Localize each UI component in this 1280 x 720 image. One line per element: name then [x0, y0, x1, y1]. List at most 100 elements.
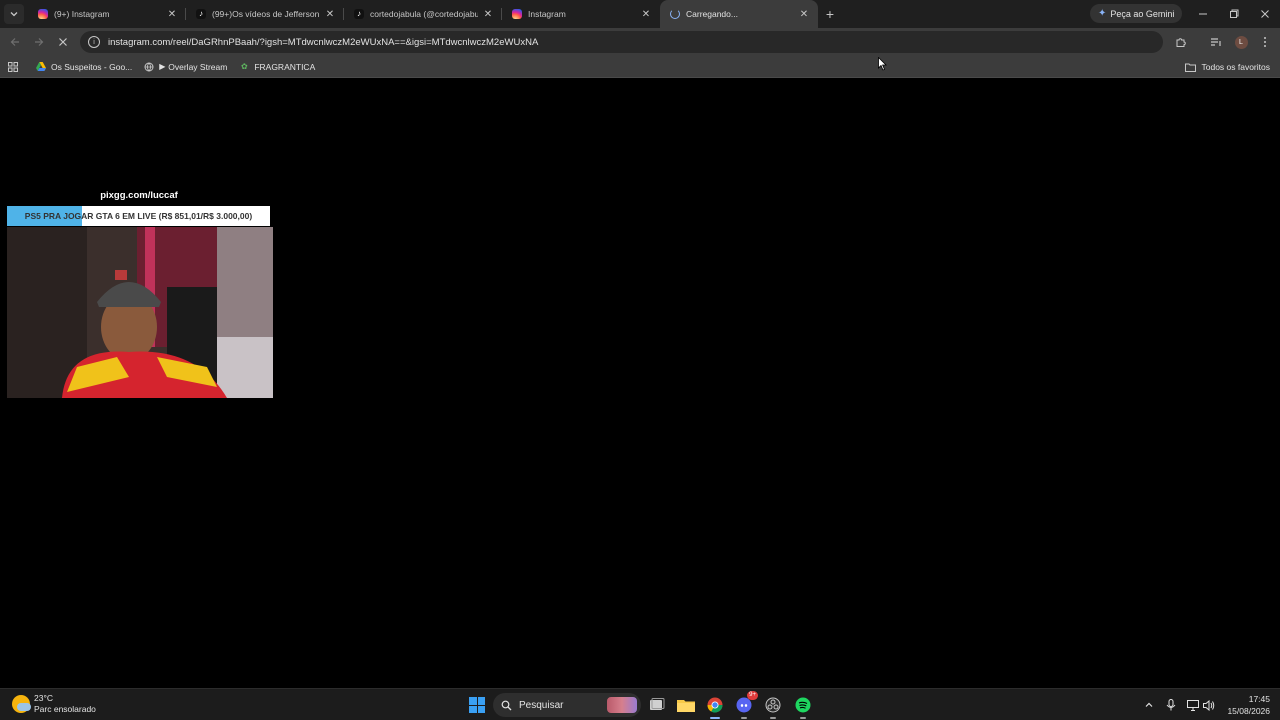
start-button[interactable]: [469, 697, 485, 713]
show-hidden-icons-button[interactable]: [1144, 689, 1154, 720]
apps-button[interactable]: [0, 61, 26, 72]
donation-url-text: pixgg.com/luccaf: [100, 190, 178, 201]
fragrantica-icon: ✿: [240, 62, 248, 71]
gemini-spark-icon: ✦: [1098, 8, 1107, 19]
close-window-button[interactable]: [1249, 0, 1280, 28]
windows-logo-icon: [469, 697, 477, 705]
search-icon: [501, 700, 512, 710]
microphone-icon: [1166, 699, 1176, 711]
tab-loading-active[interactable]: Carregando... ✕: [660, 0, 818, 28]
weather-widget[interactable]: 23°C Parc ensolarado: [12, 693, 96, 715]
restore-icon: [1230, 9, 1239, 18]
obs-icon: [765, 697, 781, 713]
folder-icon: [677, 700, 695, 712]
stop-loading-button[interactable]: [51, 30, 75, 54]
windows-taskbar: 23°C Parc ensolarado Pesquisar 9+ 17:45 …: [0, 688, 1280, 720]
new-tab-button[interactable]: +: [818, 6, 842, 22]
chrome-button[interactable]: [704, 694, 726, 719]
volume-icon: [1203, 699, 1215, 711]
mouse-cursor-icon: [878, 57, 887, 71]
webcam-feed-image: [7, 227, 273, 398]
minimize-button[interactable]: [1187, 0, 1219, 28]
loading-spinner-icon: [670, 9, 680, 19]
apps-grid-icon: [8, 61, 18, 72]
partly-sunny-icon: [12, 695, 31, 713]
system-clock[interactable]: 17:45 15/08/2026: [1227, 693, 1270, 717]
site-info-icon[interactable]: i: [88, 36, 100, 48]
instagram-icon: [38, 9, 48, 19]
chrome-icon: [707, 697, 723, 713]
back-button[interactable]: [3, 30, 27, 54]
tab-title: cortedojabula (@cortedojabula: [370, 9, 478, 19]
bookmark-label: FRAGRANTICA: [254, 61, 316, 72]
arrow-left-icon: [10, 38, 19, 46]
more-vertical-icon: [1264, 37, 1266, 47]
tab-search-button[interactable]: [4, 4, 24, 24]
clock-time: 17:45: [1248, 694, 1270, 704]
close-icon: [1261, 10, 1269, 18]
discord-button[interactable]: 9+: [733, 691, 758, 719]
notification-badge: 9+: [747, 691, 758, 700]
avatar: L: [1234, 35, 1248, 49]
close-icon[interactable]: ✕: [798, 9, 810, 20]
tab-instagram-notifications[interactable]: (9+) Instagram ✕: [28, 0, 186, 28]
close-icon: [59, 38, 67, 46]
search-placeholder: Pesquisar: [519, 699, 564, 711]
chevron-up-icon: [1145, 702, 1153, 707]
folder-icon: [1185, 63, 1197, 72]
menu-button[interactable]: [1253, 28, 1277, 56]
globe-icon: [144, 62, 154, 72]
forward-button[interactable]: [27, 30, 51, 54]
media-controls-button[interactable]: [1204, 28, 1228, 56]
bookmark-label: Overlay Stream: [168, 61, 228, 72]
tab-title: Instagram: [528, 9, 566, 19]
goal-text: PS5 PRA JOGAR GTA 6 EM LIVE (R$ 851,01/R…: [24, 211, 253, 221]
bookmark-os-suspeitos[interactable]: Os Suspeitos - Goo...: [36, 62, 132, 72]
gemini-button[interactable]: ✦ Peça ao Gemini: [1090, 4, 1183, 23]
instagram-icon: [512, 9, 522, 19]
browser-toolbar: i instagram.com/reel/DaGRhnPBaah/?igsh=M…: [0, 28, 1280, 56]
chevron-down-icon: [10, 12, 18, 17]
queue-music-icon: [1211, 38, 1221, 46]
tiktok-icon: ♪: [354, 9, 364, 19]
tab-tiktok-cortedojabula[interactable]: ♪ cortedojabula (@cortedojabula ✕: [344, 0, 502, 28]
bookmark-fragrantica[interactable]: ✿ FRAGRANTICA: [239, 62, 315, 72]
close-icon[interactable]: ✕: [324, 9, 336, 20]
task-view-button[interactable]: [646, 694, 668, 716]
restore-button[interactable]: [1218, 0, 1250, 28]
obs-button[interactable]: [762, 694, 784, 719]
task-view-icon: [650, 698, 665, 710]
gemini-label: Peça ao Gemini: [1110, 8, 1175, 19]
address-url[interactable]: instagram.com/reel/DaGRhnPBaah/?igsh=MTd…: [108, 37, 538, 48]
file-explorer-button[interactable]: [675, 694, 697, 716]
volume-button[interactable]: [1203, 689, 1215, 720]
minimize-icon: [1199, 13, 1207, 15]
tab-strip: (9+) Instagram ✕ ♪ (99+)Os vídeos de Jef…: [0, 0, 1280, 28]
google-drive-icon: [36, 62, 46, 72]
taskbar-search[interactable]: Pesquisar: [493, 693, 641, 717]
bookmark-overlay-stream[interactable]: ▶ Overlay Stream: [144, 62, 227, 72]
spotify-icon: [795, 697, 811, 713]
puzzle-icon: [1176, 38, 1186, 47]
tab-instagram[interactable]: Instagram ✕: [502, 0, 660, 28]
donation-goal-bar: PS5 PRA JOGAR GTA 6 EM LIVE (R$ 851,01/R…: [7, 206, 270, 226]
microphone-button[interactable]: [1166, 689, 1176, 720]
extensions-button[interactable]: [1169, 28, 1193, 56]
network-icon: [1187, 699, 1199, 711]
close-icon[interactable]: ✕: [482, 9, 494, 20]
weather-temperature: 23°C: [34, 693, 53, 703]
tab-title: (9+) Instagram: [54, 9, 110, 19]
address-bar[interactable]: i instagram.com/reel/DaGRhnPBaah/?igsh=M…: [80, 31, 1163, 53]
all-bookmarks-label: Todos os favoritos: [1201, 62, 1270, 72]
close-icon[interactable]: ✕: [640, 9, 652, 20]
bookmark-label: Os Suspeitos - Goo...: [51, 61, 133, 72]
tab-tiktok-jefferson[interactable]: ♪ (99+)Os vídeos de Jefferson Ra ✕: [186, 0, 344, 28]
close-icon[interactable]: ✕: [166, 9, 178, 20]
network-button[interactable]: [1187, 689, 1199, 720]
tab-title: Carregando...: [686, 9, 738, 19]
search-highlight-image: [607, 697, 637, 713]
profile-button[interactable]: L: [1229, 28, 1253, 56]
spotify-button[interactable]: [792, 694, 814, 719]
arrow-right-icon: [35, 38, 44, 46]
all-bookmarks-button[interactable]: Todos os favoritos: [1185, 56, 1270, 78]
